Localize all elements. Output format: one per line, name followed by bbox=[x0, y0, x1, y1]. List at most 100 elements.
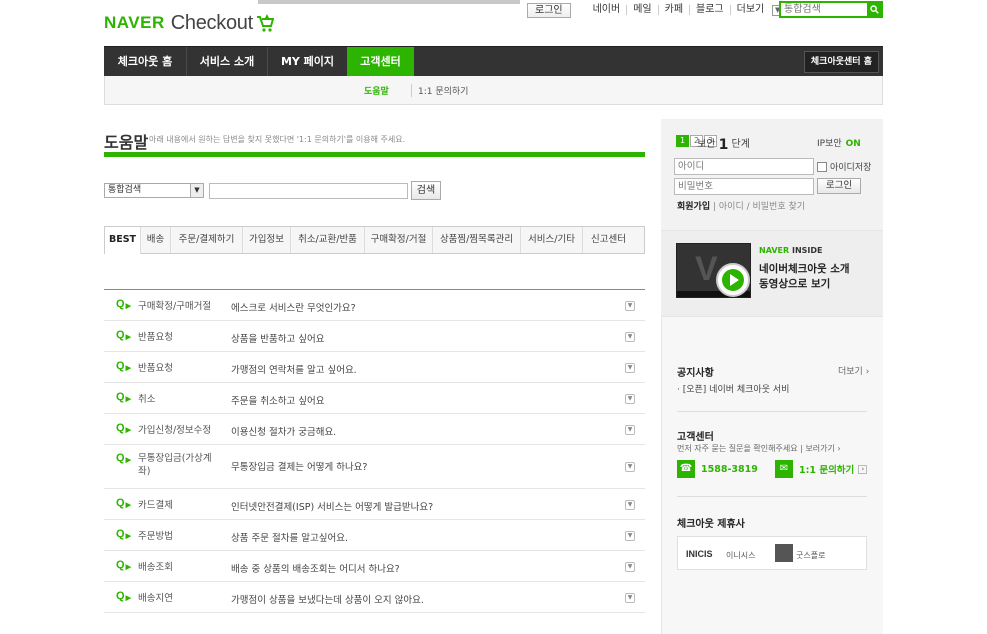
badge-naver: NAVER bbox=[759, 246, 790, 255]
logo-checkout-text: Checkout bbox=[170, 11, 253, 34]
faq-question[interactable]: 가맹점의 연락처를 알고 싶어요. bbox=[231, 362, 357, 376]
faq-row[interactable]: Q▶ 주문방법 상품 주문 절차를 알고싶어요. ▼ bbox=[104, 520, 645, 551]
faq-row[interactable]: Q▶ 구매확정/구매거절 에스크로 서비스란 무엇인가요? ▼ bbox=[104, 290, 645, 321]
help-description: 아래 내용에서 원하는 답변을 찾지 못했다면 '1:1 문의하기'를 이용해 … bbox=[149, 135, 406, 144]
gnb-customer-center[interactable]: 고객센터 bbox=[347, 47, 414, 77]
faq-question[interactable]: 상품을 반품하고 싶어요 bbox=[231, 331, 324, 345]
cart-icon bbox=[256, 14, 274, 32]
more-label: 더보기 bbox=[838, 367, 863, 377]
video-title[interactable]: 네이버체크아웃 소개 동영상으로 보기 bbox=[759, 262, 850, 292]
tab-cancel-return[interactable]: 취소/교환/반품 bbox=[291, 227, 365, 253]
cs-phone: ☎ 1588-3819 bbox=[677, 460, 758, 478]
naver-checkout-logo[interactable]: NAVER Checkout bbox=[104, 12, 274, 34]
subnav-help[interactable]: 도움말 bbox=[364, 84, 389, 97]
inicis-logo[interactable]: INICIS bbox=[686, 549, 713, 559]
top-search-input[interactable] bbox=[781, 3, 867, 16]
faq-question[interactable]: 인터넷안전결제(ISP) 서비스는 어떻게 발급받나요? bbox=[231, 499, 433, 513]
tab-account[interactable]: 가입정보 bbox=[243, 227, 291, 253]
login-button[interactable]: 로그인 bbox=[817, 178, 861, 194]
cs-desc-text: 먼저 자주 묻는 질문을 확인해주세요 bbox=[677, 444, 798, 453]
security-level-value: 1 bbox=[718, 137, 729, 153]
util-link-naver[interactable]: 네이버 bbox=[587, 5, 627, 15]
search-scope-select[interactable]: 통합검색 ▼ bbox=[104, 183, 204, 198]
faq-row[interactable]: Q▶ 반품요청 가맹점의 연락처를 알고 싶어요. ▼ bbox=[104, 352, 645, 383]
ip-security-label: IP보안 bbox=[817, 139, 842, 149]
partner-logos: INICIS 이니시스 굿스플로 bbox=[677, 536, 867, 570]
faq-question[interactable]: 이용신청 절차가 궁금해요. bbox=[231, 424, 336, 438]
cs-inquiry-link[interactable]: ✉ 1:1 문의하기 › bbox=[775, 460, 868, 478]
expand-icon[interactable]: ▼ bbox=[625, 500, 635, 510]
tab-wishlist[interactable]: 상품찜/찜목록관리 bbox=[433, 227, 521, 253]
cs-title: 고객센터 bbox=[677, 432, 714, 443]
checkmark-icon: V bbox=[695, 250, 718, 288]
tab-service-etc[interactable]: 서비스/기타 bbox=[521, 227, 583, 253]
chevron-down-icon: ▼ bbox=[190, 184, 203, 197]
faq-row[interactable]: Q▶ 카드결제 인터넷안전결제(ISP) 서비스는 어떻게 발급받나요? ▼ bbox=[104, 489, 645, 520]
expand-icon[interactable]: ▼ bbox=[625, 301, 635, 311]
q-icon: Q▶ bbox=[116, 497, 131, 509]
q-icon: Q▶ bbox=[116, 452, 131, 464]
cs-shortcut-link[interactable]: 보러가기 bbox=[805, 444, 834, 453]
faq-row[interactable]: Q▶ 반품요청 상품을 반품하고 싶어요 ▼ bbox=[104, 321, 645, 352]
util-link-cafe[interactable]: 카페 bbox=[657, 5, 689, 15]
expand-icon[interactable]: ▼ bbox=[625, 462, 635, 472]
find-account-link[interactable]: 아이디 / 비밀번호 찾기 bbox=[719, 202, 805, 212]
faq-question[interactable]: 에스크로 서비스란 무엇인가요? bbox=[231, 300, 356, 314]
top-login-button[interactable]: 로그인 bbox=[527, 2, 571, 18]
faq-question[interactable]: 주문을 취소하고 싶어요 bbox=[231, 393, 324, 407]
util-link-blog[interactable]: 블로그 bbox=[689, 5, 730, 15]
faq-category: 배송지연 bbox=[138, 593, 173, 604]
tab-purchase-confirm[interactable]: 구매확정/거절 bbox=[365, 227, 433, 253]
save-id-checkbox[interactable]: 아이디저장 bbox=[817, 160, 871, 173]
id-field[interactable]: 아이디 bbox=[674, 158, 814, 175]
tab-best[interactable]: BEST bbox=[105, 227, 141, 254]
gnb-checkout-home[interactable]: 체크아웃 홈 bbox=[104, 47, 187, 77]
search-scope-value: 통합검색 bbox=[108, 185, 142, 195]
goodsflow-logo[interactable] bbox=[775, 544, 793, 562]
notice-item[interactable]: · [오픈] 네이버 체크아웃 서비 bbox=[677, 382, 789, 395]
security-label-text: 보안 bbox=[697, 139, 716, 150]
faq-category: 배송조회 bbox=[138, 562, 173, 573]
notice-more-link[interactable]: 더보기 › bbox=[838, 364, 869, 377]
q-icon: Q▶ bbox=[116, 528, 131, 540]
security-level-1[interactable]: 1 bbox=[676, 135, 689, 147]
help-search-input[interactable] bbox=[209, 183, 408, 199]
faq-category: 카드결제 bbox=[138, 500, 173, 511]
faq-row[interactable]: Q▶ 가입신청/정보수정 이용신청 절차가 궁금해요. ▼ bbox=[104, 414, 645, 445]
expand-icon[interactable]: ▼ bbox=[625, 531, 635, 541]
goodsflow-name: 굿스플로 bbox=[796, 551, 826, 560]
faq-question[interactable]: 가맹점이 상품을 보냈다는데 상품이 오지 않아요. bbox=[231, 592, 424, 606]
tab-delivery[interactable]: 배송 bbox=[141, 227, 171, 253]
title-divider bbox=[104, 152, 645, 157]
faq-row[interactable]: Q▶ 취소 주문을 취소하고 싶어요 ▼ bbox=[104, 383, 645, 414]
password-field[interactable]: 비밀번호 bbox=[674, 178, 814, 195]
logo-naver-text: NAVER bbox=[104, 13, 165, 32]
faq-row[interactable]: Q▶ 배송조회 배송 중 상품의 배송조회는 어디서 하나요? ▼ bbox=[104, 551, 645, 582]
faq-row[interactable]: Q▶ 배송지연 가맹점이 상품을 보냈다는데 상품이 오지 않아요. ▼ bbox=[104, 582, 645, 613]
faq-row[interactable]: Q▶ 무통장입금(가상계좌) 무통장입금 결제는 어떻게 하나요? ▼ bbox=[104, 445, 645, 489]
search-icon[interactable] bbox=[867, 3, 881, 16]
expand-icon[interactable]: ▼ bbox=[625, 425, 635, 435]
util-link-more[interactable]: 더보기 bbox=[729, 5, 771, 15]
faq-question[interactable]: 상품 주문 절차를 알고싶어요. bbox=[231, 530, 348, 544]
expand-icon[interactable]: ▼ bbox=[625, 332, 635, 342]
expand-icon[interactable]: ▼ bbox=[625, 394, 635, 404]
expand-icon[interactable]: ▼ bbox=[625, 562, 635, 572]
expand-icon[interactable]: ▼ bbox=[625, 363, 635, 373]
save-id-label: 아이디저장 bbox=[830, 163, 872, 173]
gnb-service-intro[interactable]: 서비스 소개 bbox=[187, 47, 268, 77]
tab-report-center[interactable]: 신고센터 bbox=[583, 227, 634, 253]
tab-order-payment[interactable]: 주문/결제하기 bbox=[171, 227, 243, 253]
join-link[interactable]: 회원가입 bbox=[677, 202, 710, 212]
faq-category: 주문방법 bbox=[138, 531, 173, 542]
util-link-mail[interactable]: 메일 bbox=[626, 5, 657, 15]
expand-icon[interactable]: ▼ bbox=[625, 593, 635, 603]
checkout-center-home-button[interactable]: 체크아웃센터 홈 bbox=[803, 51, 879, 73]
play-icon[interactable] bbox=[716, 263, 750, 297]
faq-question[interactable]: 무통장입금 결제는 어떻게 하나요? bbox=[231, 459, 367, 473]
faq-question[interactable]: 배송 중 상품의 배송조회는 어디서 하나요? bbox=[231, 561, 400, 575]
gnb-my-page[interactable]: MY 페이지 bbox=[268, 47, 347, 77]
ip-security[interactable]: IP보안 ON bbox=[817, 136, 861, 149]
subnav-inquiry[interactable]: 1:1 문의하기 bbox=[411, 84, 468, 97]
help-search-button[interactable]: 검색 bbox=[411, 181, 441, 200]
